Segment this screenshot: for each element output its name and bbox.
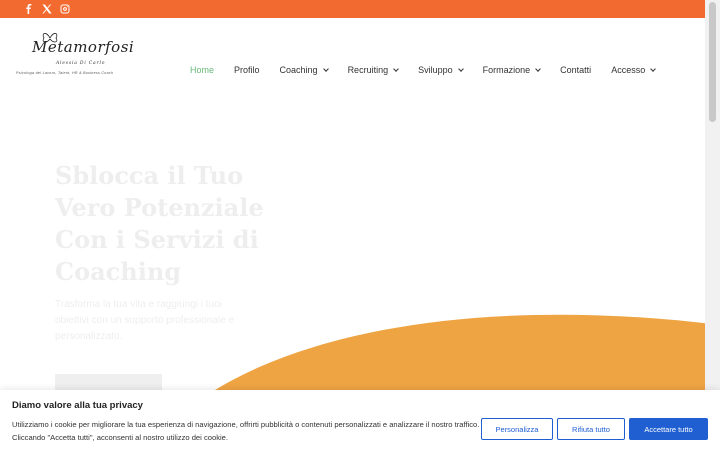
nav-label: Contatti (560, 65, 592, 75)
logo-tagline: Psicologa del Lavoro, Talent, HR & Busin… (16, 71, 114, 75)
nav-item-accesso[interactable]: Accesso (611, 65, 657, 75)
nav-item-recruiting[interactable]: Recruiting (348, 65, 399, 75)
chevron-down-icon (393, 66, 399, 72)
cookie-title: Diamo valore alla tua privacy (12, 400, 143, 411)
cookie-banner: Diamo valore alla tua privacy Utilizziam… (0, 390, 720, 450)
hero-title: Sblocca il Tuo Vero Potenziale Con i Ser… (55, 161, 264, 286)
chevron-down-icon (535, 66, 541, 72)
nav-label: Sviluppo (418, 65, 453, 75)
chevron-down-icon (457, 66, 464, 72)
customize-button[interactable]: Personalizza (481, 418, 553, 440)
main-nav: Home Profilo Coaching Recruiting Svilupp… (190, 64, 657, 76)
reject-all-button[interactable]: Rifiuta tutto (557, 418, 625, 440)
chevron-down-icon (650, 66, 657, 72)
accept-all-button[interactable]: Accettare tutto (629, 418, 708, 440)
nav-item-contatti[interactable]: Contatti (560, 65, 591, 75)
hero-text: Trasforma la tua vita e raggiungi i tuoi… (55, 299, 235, 342)
cookie-text: Utilizziamo i cookie per migliorare la t… (12, 420, 480, 442)
nav-label: Profilo (234, 65, 260, 75)
nav-label: Formazione (482, 65, 531, 75)
logo-name: Alessia Di Carlo (56, 61, 106, 66)
logo-title: Metamorfosi (32, 38, 135, 56)
scrollbar-thumb[interactable] (709, 2, 716, 122)
nav-label: Accesso (611, 65, 646, 75)
nav-item-sviluppo[interactable]: Sviluppo (418, 65, 464, 75)
nav-label: Home (190, 65, 215, 75)
page-scrollbar[interactable] (705, 0, 720, 450)
nav-item-coaching[interactable]: Coaching (279, 65, 329, 75)
site-logo[interactable]: Metamorfosi Alessia Di Carlo Psicologa d… (16, 30, 138, 82)
nav-label: Coaching (279, 65, 318, 75)
nav-label: Recruiting (347, 65, 389, 75)
nav-item-formazione[interactable]: Formazione (483, 65, 541, 75)
nav-item-profilo[interactable]: Profilo (234, 65, 260, 75)
chevron-down-icon (322, 66, 329, 72)
nav-item-home[interactable]: Home (190, 65, 214, 75)
